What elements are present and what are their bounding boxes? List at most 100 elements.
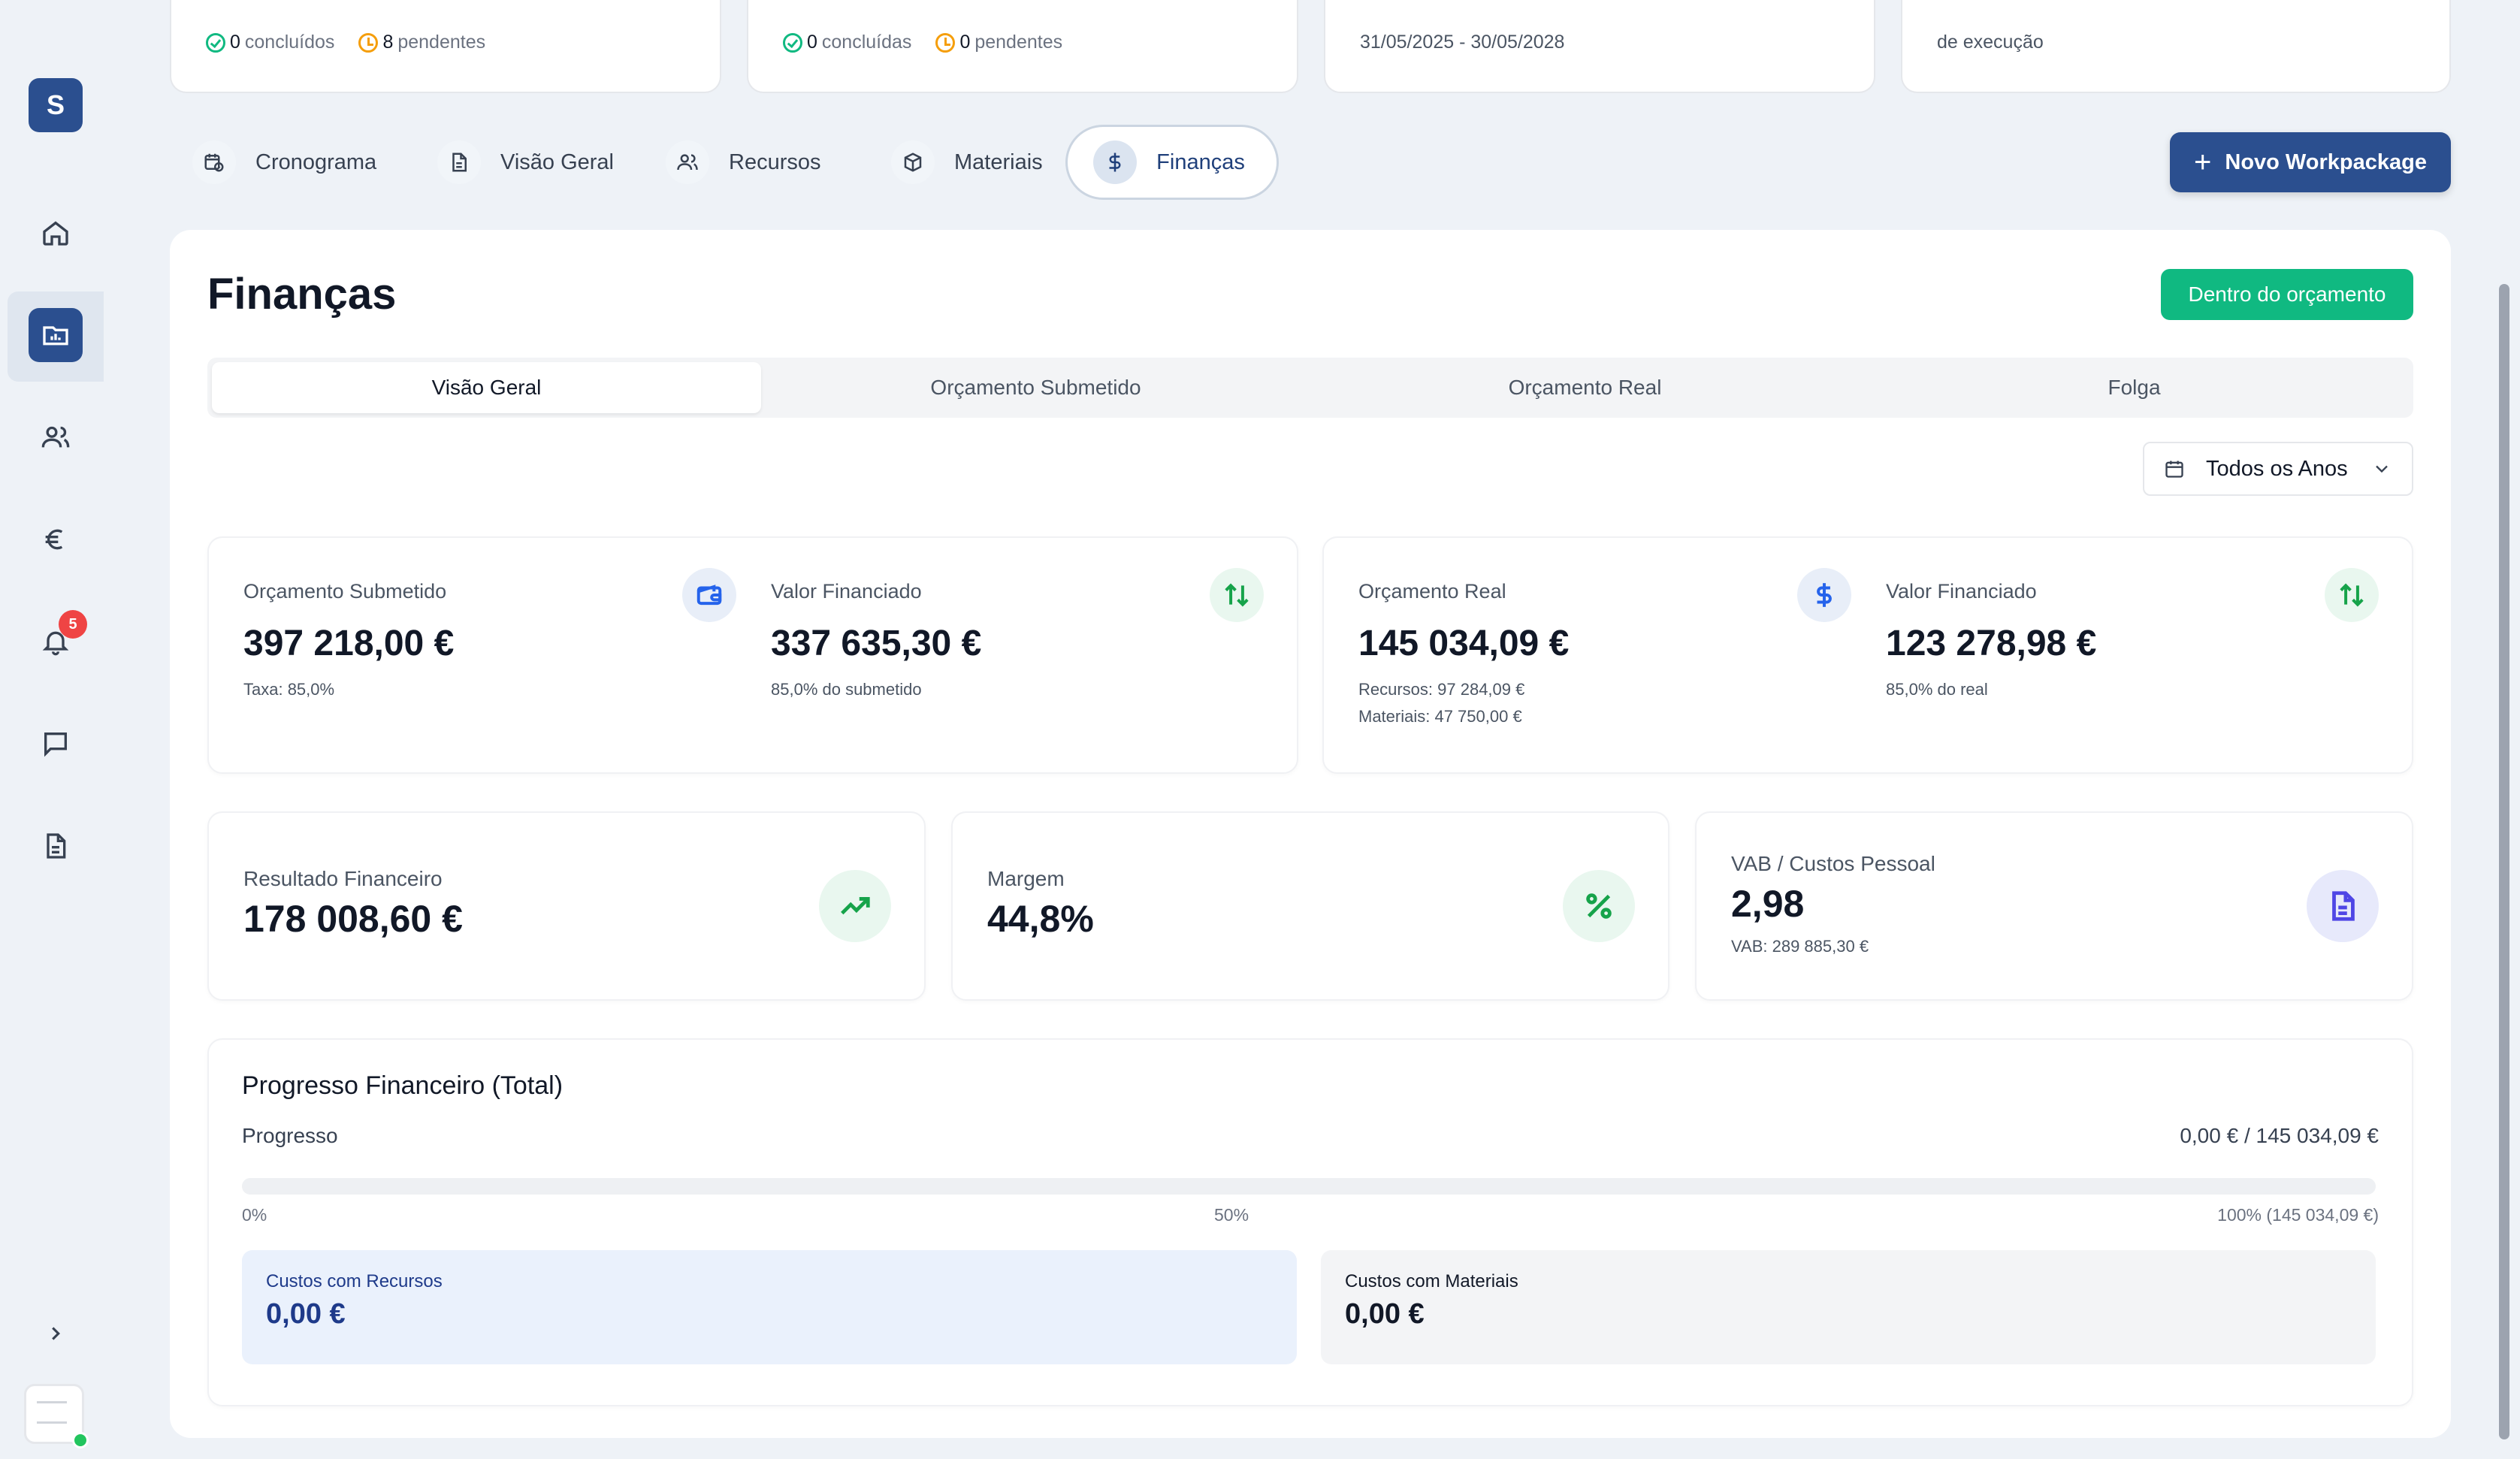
document-icon[interactable] [29,819,83,873]
done-label: concluídas [821,32,912,53]
stat-submitted-budget: Orçamento Submetido 397 218,00 € Taxa: 8… [243,580,454,703]
file-icon [437,140,481,184]
pending-label: pendentes [397,32,486,53]
date-range: 31/05/2025 - 30/05/2028 [1360,32,1565,53]
tab-recursos[interactable]: Recursos [651,125,842,200]
stat-value: 123 278,98 € [1886,624,2097,663]
calendar-clock-icon [192,140,236,184]
subtab-visao-geral[interactable]: Visão Geral [212,362,761,413]
wallet-icon [682,568,736,622]
clock-icon [935,32,956,53]
stat-financial-result: Resultado Financeiro 178 008,60 € [243,867,463,941]
tab-label: Recursos [729,150,821,174]
tick-0: 0% [242,1205,267,1225]
materials-breakdown: Materiais: 47 750,00 € [1358,707,1522,726]
trending-up-icon [819,870,891,942]
arrows-updown-icon [2325,568,2379,622]
subtab-orcamento-real[interactable]: Orçamento Real [1310,362,1860,413]
projects-icon[interactable] [29,308,83,362]
progress-amount: 0,00 € / 145 034,09 € [2180,1124,2379,1147]
vab-box: VAB / Custos Pessoal 2,98 VAB: 289 885,3… [1695,811,2413,1001]
tab-materiais[interactable]: Materiais [876,125,1064,200]
pending-count: 0 [959,32,971,53]
stat-sub: VAB: 289 885,30 € [1731,937,1869,956]
tick-100: 100% (145 034,09 €) [2217,1205,2379,1225]
resources-breakdown: Recursos: 97 284,09 € [1358,680,1525,699]
tab-label: Cronograma [255,150,377,174]
expand-sidebar-button[interactable] [8,1311,104,1356]
year-filter-select[interactable]: Todos os Anos [2143,442,2413,496]
tab-label: Finanças [1156,150,1245,174]
margin-box: Margem 44,8% [951,811,1669,1001]
cost-value: 0,00 € [266,1298,346,1330]
home-icon[interactable] [29,206,83,260]
calendar-icon [2165,461,2183,478]
chat-icon[interactable] [29,717,83,771]
cost-label: Custos com Recursos [266,1271,443,1291]
tab-visao-geral[interactable]: Visão Geral [422,125,635,200]
arrows-updown-icon [1210,568,1264,622]
budget-status-badge: Dentro do orçamento [2161,269,2413,320]
users-icon[interactable] [29,410,83,464]
subtab-orcamento-submetido[interactable]: Orçamento Submetido [761,362,1310,413]
progress-bar [242,1178,2376,1195]
stat-value: 44,8% [987,898,1094,940]
financial-result-box: Resultado Financeiro 178 008,60 € [207,811,926,1001]
stat-funded-value-real: Valor Financiado 123 278,98 € 85,0% do r… [1886,580,2096,703]
plus-icon: + [2194,146,2212,179]
stat-value: 145 034,09 € [1358,624,1570,663]
stat-label: Orçamento Submetido [243,580,447,603]
pending-label: pendentes [974,32,1063,53]
stat-label: Resultado Financeiro [243,867,443,890]
tab-financas[interactable]: Finanças [1065,125,1279,200]
stat-value: 397 218,00 € [243,624,455,663]
check-circle-icon [783,32,802,53]
stat-label: VAB / Custos Pessoal [1731,852,1935,875]
button-label: Novo Workpackage [2225,150,2427,174]
check-circle-icon [206,32,225,53]
finance-panel: Finanças Dentro do orçamento Visão Geral… [170,230,2451,1438]
tab-label: Visão Geral [500,150,614,174]
dollar-icon [1797,568,1851,622]
notification-badge: 5 [59,610,87,639]
summary-card-milestones: 0 concluídas 0 pendentes [747,0,1298,93]
stat-label: Valor Financiado [1886,580,2037,603]
resources-cost-card: Custos com Recursos 0,00 € [242,1250,1297,1364]
online-status-dot [72,1432,89,1448]
progress-title: Progresso Financeiro (Total) [242,1071,564,1100]
box-icon [891,140,935,184]
cost-value: 0,00 € [1345,1298,1425,1330]
page-title: Finanças [207,270,397,319]
tab-label: Materiais [954,150,1043,174]
real-budget-box: Orçamento Real 145 034,09 € Recursos: 97… [1322,536,2413,774]
stat-value: 2,98 [1731,883,1805,925]
summary-card-dates: 31/05/2025 - 30/05/2028 [1324,0,1875,93]
finance-subtabs: Visão Geral Orçamento Submetido Orçament… [207,358,2413,418]
stat-label: Orçamento Real [1358,580,1506,603]
stat-value: 337 635,30 € [771,624,982,663]
summary-card-tasks: 0 concluídos 8 pendentes [170,0,721,93]
users-icon [666,140,709,184]
new-workpackage-button[interactable]: + Novo Workpackage [2170,132,2451,192]
progress-label: Progresso [242,1124,338,1147]
scrollbar[interactable] [2499,284,2509,1439]
stat-sub: Recursos: 97 284,09 € Materiais: 47 750,… [1358,676,1569,730]
pending-count: 8 [382,32,394,53]
materials-cost-card: Custos com Materiais 0,00 € [1321,1250,2376,1364]
stat-label: Valor Financiado [771,580,922,603]
clock-icon [358,32,379,53]
stat-value: 178 008,60 € [243,898,463,940]
done-count: 0 [230,32,240,53]
year-filter-value: Todos os Anos [2206,456,2348,481]
app-logo[interactable]: S [29,78,83,132]
done-count: 0 [807,32,817,53]
submitted-budget-box: Orçamento Submetido 397 218,00 € Taxa: 8… [207,536,1298,774]
stat-sub: 85,0% do submetido [771,680,922,699]
stat-funded-value-submitted: Valor Financiado 337 635,30 € 85,0% do s… [771,580,981,703]
euro-icon[interactable] [29,512,83,566]
tab-cronograma[interactable]: Cronograma [177,125,397,200]
chevron-down-icon [2376,465,2388,473]
chevron-right-icon [52,1327,60,1340]
stat-vab: VAB / Custos Pessoal 2,98 VAB: 289 885,3… [1731,852,1935,960]
subtab-folga[interactable]: Folga [1860,362,2409,413]
